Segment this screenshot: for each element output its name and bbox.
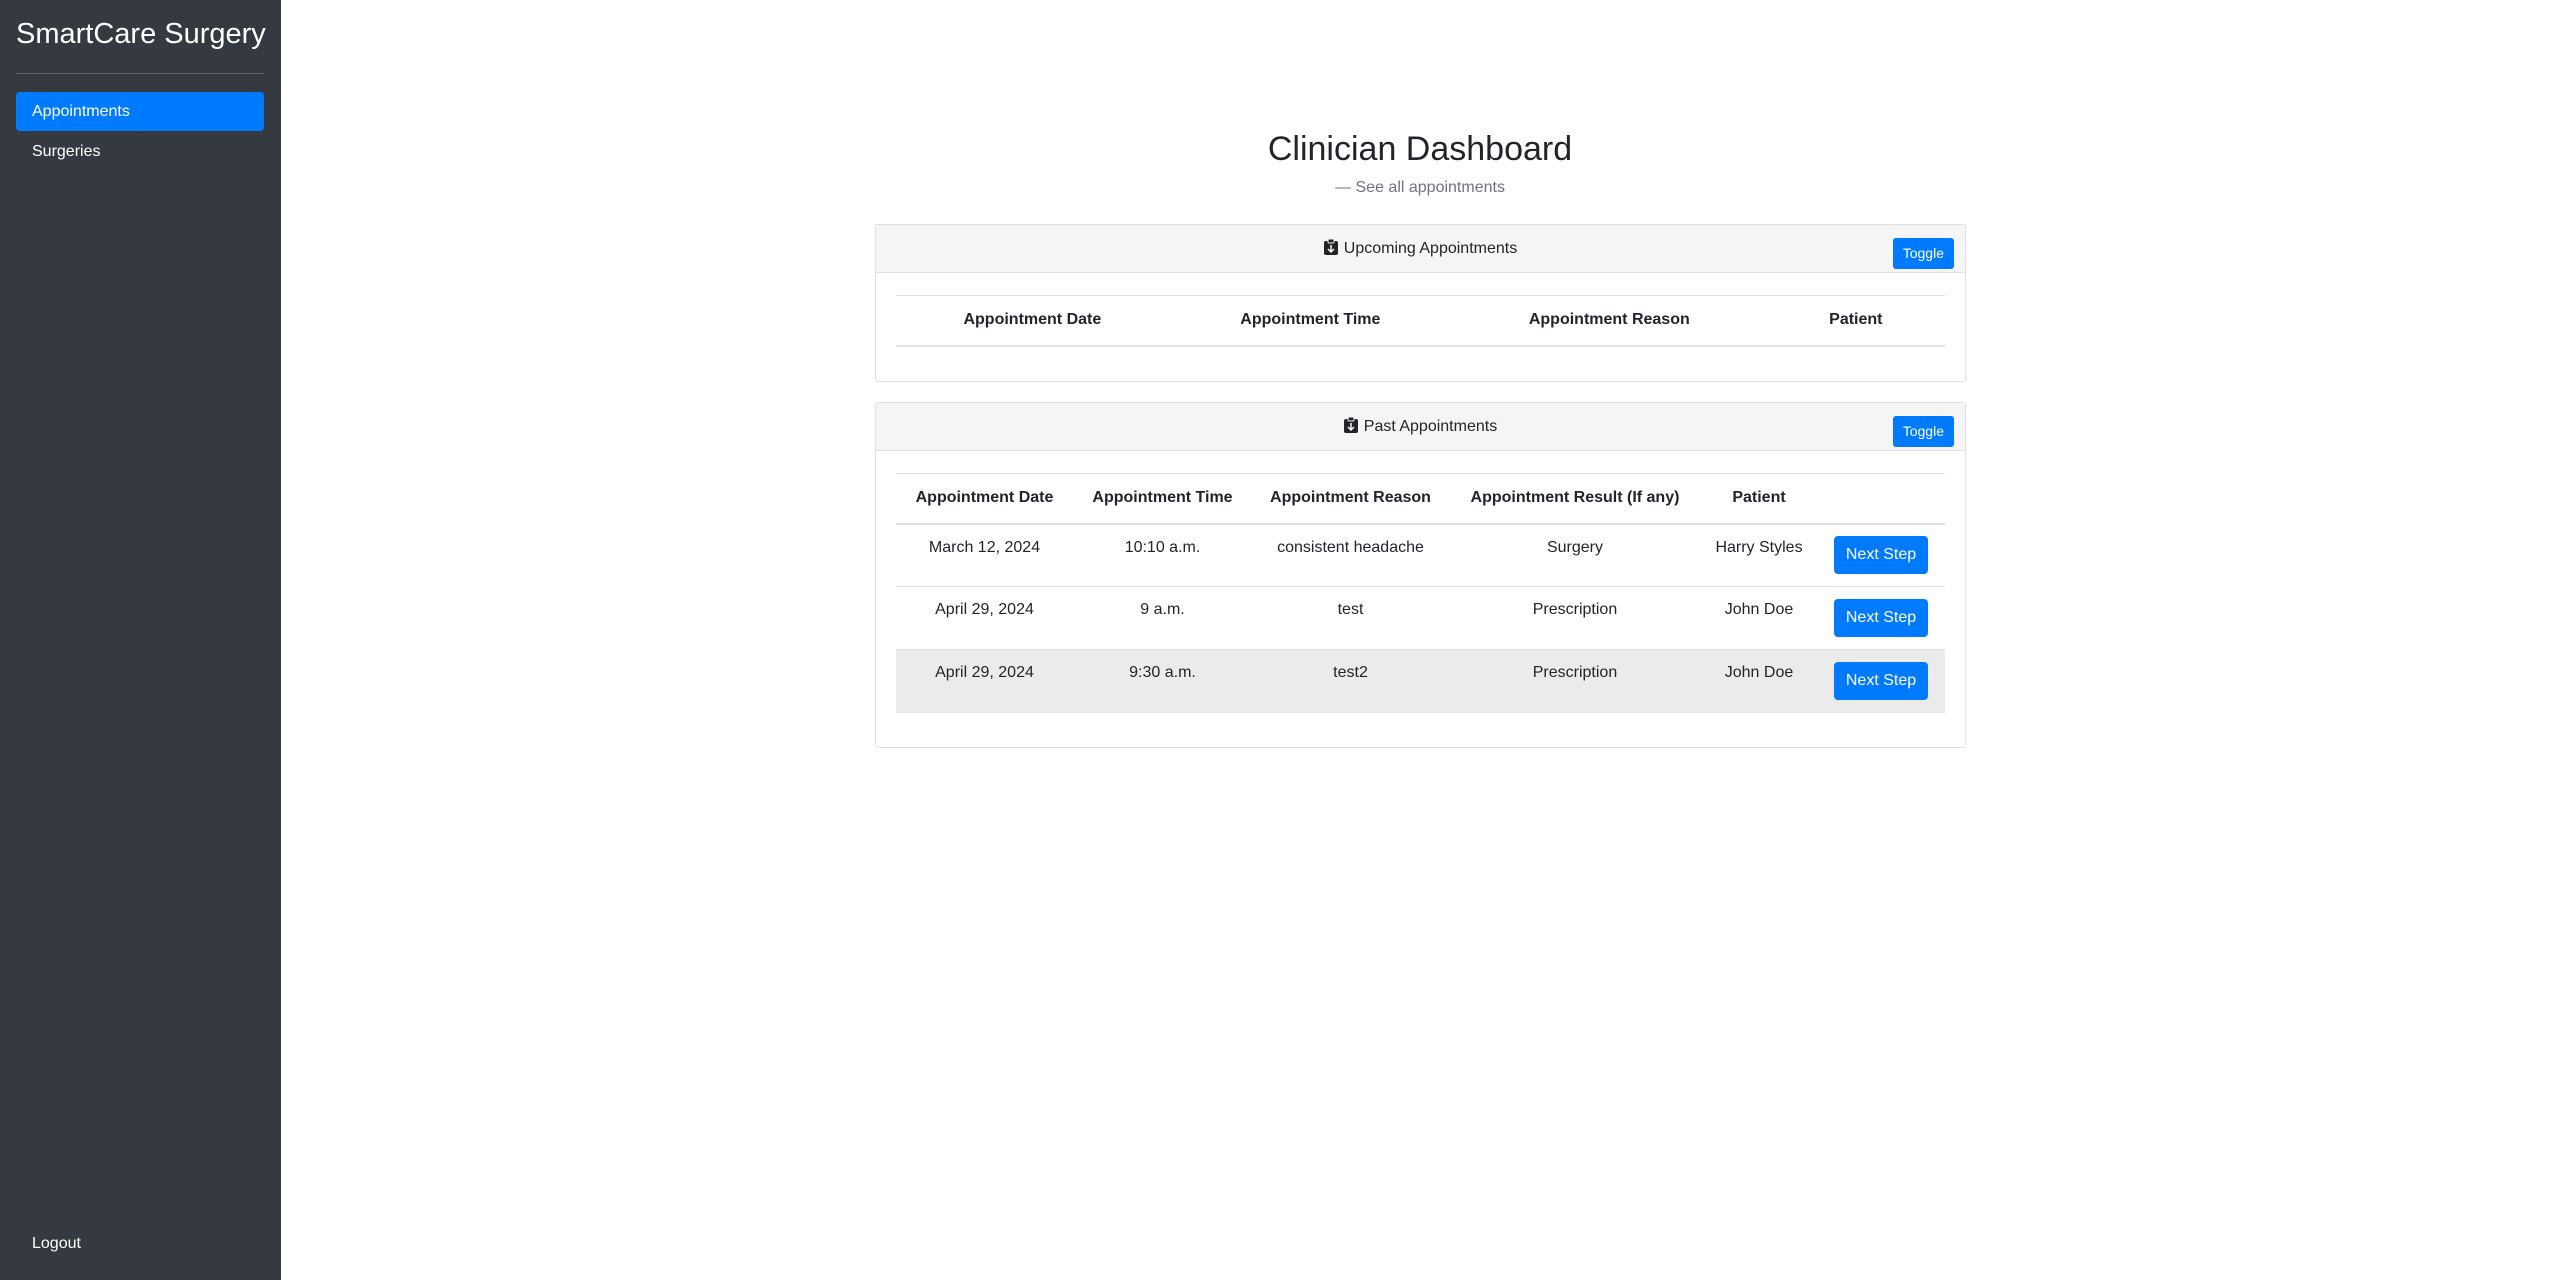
appointment-reason-cell: consistent headache bbox=[1252, 523, 1449, 587]
logout-link[interactable]: Logout bbox=[32, 1232, 81, 1256]
action-cell: Next Step bbox=[1817, 586, 1945, 650]
column-header: Patient bbox=[1766, 295, 1945, 347]
past-toggle-button[interactable]: Toggle bbox=[1892, 416, 1954, 447]
past-appointments-table: Appointment Date Appointment Time Appoin… bbox=[896, 473, 1945, 713]
sidebar-item-surgeries[interactable]: Surgeries bbox=[16, 132, 264, 171]
appointment-time-cell: 10:10 a.m. bbox=[1073, 523, 1252, 587]
next-step-button[interactable]: Next Step bbox=[1833, 536, 1929, 575]
upcoming-appointments-table: Appointment Date Appointment Time Appoin… bbox=[896, 295, 1945, 347]
clipboard-icon bbox=[1343, 405, 1358, 433]
past-card-header: Past Appointments Toggle bbox=[876, 403, 1965, 451]
action-cell: Next Step bbox=[1817, 523, 1945, 587]
brand-title[interactable]: SmartCare Surgery bbox=[16, 14, 266, 54]
column-header: Appointment Result (If any) bbox=[1449, 473, 1701, 525]
column-header: Appointment Date bbox=[896, 473, 1073, 525]
column-header-actions bbox=[1817, 473, 1945, 525]
appointment-result-cell: Surgery bbox=[1449, 523, 1701, 587]
appointment-result-cell: Prescription bbox=[1449, 649, 1701, 713]
patient-cell: Harry Styles bbox=[1701, 523, 1817, 587]
appointment-result-cell: Prescription bbox=[1449, 586, 1701, 650]
patient-cell: John Doe bbox=[1701, 649, 1817, 713]
past-appointments-card: Past Appointments Toggle Appointment Dat… bbox=[875, 402, 1966, 748]
upcoming-toggle-button[interactable]: Toggle bbox=[1892, 238, 1954, 269]
appointment-date-cell: April 29, 2024 bbox=[896, 649, 1073, 713]
appointment-reason-cell: test2 bbox=[1252, 649, 1449, 713]
page-title: Clinician Dashboard bbox=[1267, 130, 1573, 168]
table-header-row: Appointment Date Appointment Time Appoin… bbox=[896, 473, 1945, 525]
appointment-time-cell: 9:30 a.m. bbox=[1073, 649, 1252, 713]
appointment-reason-cell: test bbox=[1252, 586, 1449, 650]
column-header: Appointment Time bbox=[1168, 295, 1452, 347]
table-row: April 29, 2024 9 a.m. test Prescription … bbox=[896, 586, 1945, 650]
table-header-row: Appointment Date Appointment Time Appoin… bbox=[896, 295, 1945, 347]
page-subtitle[interactable]: — See all appointments bbox=[281, 176, 2559, 200]
appointment-date-cell: March 12, 2024 bbox=[896, 523, 1073, 587]
sidebar-item-appointments[interactable]: Appointments bbox=[16, 92, 264, 131]
patient-cell: John Doe bbox=[1701, 586, 1817, 650]
clipboard-icon bbox=[1323, 227, 1338, 255]
column-header: Appointment Time bbox=[1073, 473, 1252, 525]
next-step-button[interactable]: Next Step bbox=[1833, 662, 1929, 701]
sidebar-divider bbox=[16, 73, 264, 74]
upcoming-card-header: Upcoming Appointments Toggle bbox=[876, 225, 1965, 273]
appointment-date-cell: April 29, 2024 bbox=[896, 586, 1073, 650]
appointment-time-cell: 9 a.m. bbox=[1073, 586, 1252, 650]
table-row: March 12, 2024 10:10 a.m. consistent hea… bbox=[896, 523, 1945, 587]
action-cell: Next Step bbox=[1817, 649, 1945, 713]
column-header: Patient bbox=[1701, 473, 1817, 525]
column-header: Appointment Reason bbox=[1451, 295, 1767, 347]
column-header: Appointment Reason bbox=[1252, 473, 1449, 525]
past-card-title: Past Appointments bbox=[1363, 418, 1498, 435]
next-step-button[interactable]: Next Step bbox=[1833, 599, 1929, 637]
sidebar: SmartCare Surgery Appointments Surgeries… bbox=[0, 0, 281, 1280]
table-row: April 29, 2024 9:30 a.m. test2 Prescript… bbox=[896, 649, 1945, 713]
main-content: Clinician Dashboard — See all appointmen… bbox=[281, 0, 2559, 1280]
upcoming-card-title: Upcoming Appointments bbox=[1343, 240, 1518, 257]
upcoming-appointments-card: Upcoming Appointments Toggle Appointment… bbox=[875, 224, 1966, 382]
column-header: Appointment Date bbox=[896, 295, 1169, 347]
